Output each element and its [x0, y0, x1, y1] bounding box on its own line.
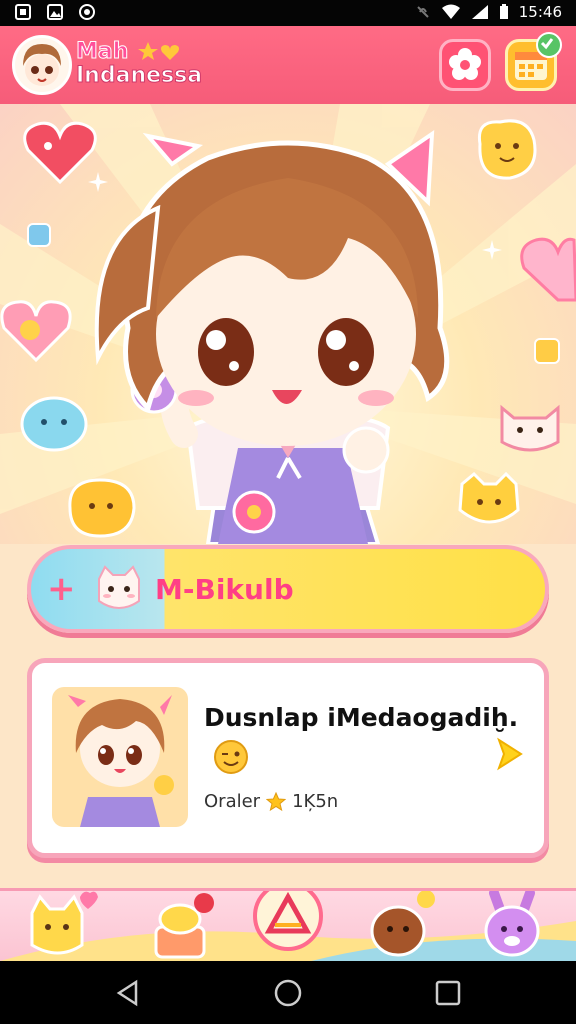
clock: 15:46	[518, 3, 562, 21]
recents-icon[interactable]	[434, 979, 462, 1007]
card-meta-label: Oraler	[204, 791, 261, 812]
content-card[interactable]: Dusnlap iMedaogadiḫ. Oraler 1Ķ5n	[27, 658, 549, 858]
wifi-icon	[441, 4, 460, 19]
bold-notification-icon	[14, 3, 32, 21]
heart-face-sticker-icon	[0, 300, 72, 363]
image-notification-icon	[46, 3, 64, 21]
status-bar: 15:46	[0, 0, 576, 26]
plus-icon: +	[47, 569, 76, 609]
cat-face-sticker-icon	[500, 404, 560, 452]
card-meta: Oraler 1Ķ5n	[204, 791, 338, 812]
mode-banner-button[interactable]: + M-Bikulb	[27, 545, 549, 633]
hero-illustration	[0, 104, 576, 544]
play-arrow-icon[interactable]	[494, 737, 524, 771]
battery-icon	[499, 4, 508, 19]
flower-button[interactable]	[439, 39, 491, 91]
system-navigation-bar	[0, 961, 576, 1024]
mascot-girl-illustration	[94, 130, 450, 544]
signal-icon	[471, 5, 488, 19]
cat-icon[interactable]	[24, 888, 104, 961]
app-header: Mah Indanessa	[0, 26, 576, 104]
pink-heart-sticker-icon	[520, 237, 576, 302]
logo-avatar[interactable]	[12, 35, 72, 95]
calendar-button[interactable]	[505, 32, 562, 91]
red-heart-sticker-icon	[23, 121, 97, 185]
blue-cube-sticker-icon	[27, 223, 51, 247]
wink-emoji-icon	[214, 740, 248, 774]
triangle-ruler-icon	[264, 891, 312, 934]
star-icon	[266, 791, 287, 811]
bottom-nav	[0, 888, 576, 961]
blue-blob-sticker-icon	[20, 396, 88, 452]
card-thumbnail	[52, 687, 188, 827]
flower-icon	[449, 48, 481, 80]
home-icon[interactable]	[274, 979, 302, 1007]
target-notification-icon	[78, 3, 96, 21]
kitten-icon	[98, 565, 140, 609]
card-meta-value: 1Ķ5n	[292, 791, 339, 812]
home-nav-button[interactable]	[253, 891, 323, 951]
chestnut-icon[interactable]	[362, 888, 442, 961]
check-badge-icon	[536, 32, 562, 58]
yellow-square-sticker-icon	[534, 338, 560, 364]
mute-icon	[417, 6, 429, 18]
banner-label: M-Bikulb	[155, 573, 294, 606]
star-heart-decoration-icon	[138, 42, 179, 60]
card-title: Dusnlap iMedaogadiḫ.	[204, 703, 519, 732]
bunny-icon[interactable]	[478, 888, 558, 961]
cake-icon[interactable]	[146, 888, 226, 961]
back-icon[interactable]	[114, 979, 142, 1007]
app-title-line2: Indanessa	[75, 63, 203, 88]
